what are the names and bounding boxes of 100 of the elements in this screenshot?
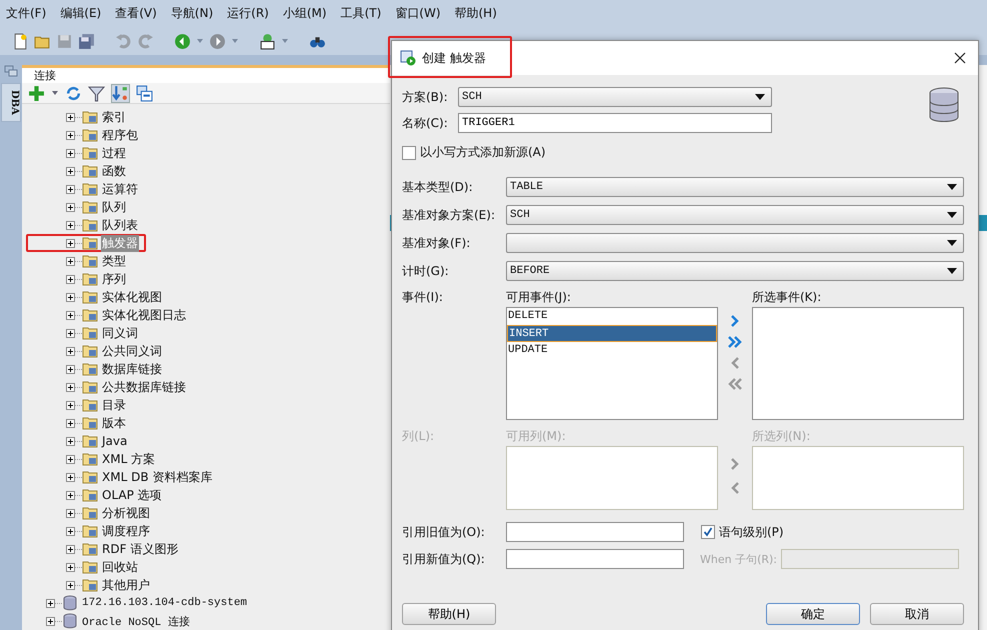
tree-item[interactable]: 同义词 (101, 324, 139, 342)
expand-icon[interactable] (66, 544, 75, 554)
expand-icon[interactable] (66, 220, 75, 230)
tree-item[interactable]: 数据库链接 (101, 360, 163, 378)
folder-icon (82, 577, 98, 593)
windows-icon[interactable] (4, 65, 18, 77)
tree-item[interactable]: 类型 (101, 252, 127, 270)
collapse-icon[interactable] (136, 84, 153, 102)
expand-icon[interactable] (66, 382, 75, 392)
tree-item[interactable]: 调度程序 (101, 522, 151, 540)
tree-item[interactable]: 序列 (101, 270, 127, 288)
expand-icon[interactable] (66, 418, 75, 428)
menu-item[interactable]: 查看(V) (115, 5, 157, 22)
new-file-icon[interactable] (12, 32, 29, 50)
expand-icon[interactable] (66, 148, 75, 158)
side-tab[interactable]: DBA (1, 83, 21, 122)
caret-icon[interactable] (51, 89, 59, 98)
expand-icon[interactable] (66, 310, 75, 320)
tree-item[interactable]: RDF 语义图形 (101, 540, 180, 558)
checkbox[interactable] (402, 146, 416, 160)
old-value-field[interactable] (506, 522, 684, 542)
tree-item[interactable]: 函数 (101, 162, 127, 180)
connection-item[interactable]: 172.16.103.104-cdb-system (81, 597, 248, 609)
save-all-icon[interactable] (78, 32, 95, 50)
expand-icon[interactable] (66, 184, 75, 194)
sort-icon[interactable] (111, 84, 130, 103)
expand-icon[interactable] (66, 130, 75, 140)
expand-icon[interactable] (66, 274, 75, 284)
back-icon[interactable] (174, 32, 191, 50)
tree-item[interactable]: XML DB 资料档案库 (101, 468, 214, 486)
when-clause-field[interactable] (781, 549, 960, 569)
expand-icon[interactable] (66, 436, 75, 446)
expand-icon[interactable] (66, 328, 75, 338)
list-item[interactable]: INSERT (507, 325, 717, 342)
expand-icon[interactable] (46, 616, 55, 626)
menu-item[interactable]: 导航(N) (170, 5, 214, 22)
menu-item[interactable]: 工具(T) (340, 5, 382, 22)
tree-item[interactable]: 分析视图 (101, 504, 151, 522)
new-value-field[interactable] (506, 549, 684, 569)
close-icon[interactable] (954, 52, 966, 64)
menu-item[interactable]: 小组(M) (282, 5, 327, 22)
list-item[interactable]: DELETE (507, 308, 717, 325)
forward-icon[interactable] (209, 32, 226, 50)
schema-dropdown[interactable]: SCH (458, 87, 772, 107)
expand-icon[interactable] (66, 562, 75, 572)
tree-item[interactable]: 运算符 (101, 180, 139, 198)
tree-item[interactable]: 公共数据库链接 (101, 378, 187, 396)
tree-item[interactable]: 目录 (101, 396, 127, 414)
expand-icon[interactable] (66, 292, 75, 302)
tree-item[interactable]: 实体化视图日志 (101, 306, 187, 324)
panel-tab[interactable]: 连接 (22, 68, 68, 84)
move-all-right-icon[interactable] (727, 336, 743, 348)
expand-icon[interactable] (66, 256, 75, 266)
expand-icon[interactable] (66, 112, 75, 122)
expand-icon[interactable] (66, 526, 75, 536)
expand-icon[interactable] (66, 454, 75, 464)
expand-icon[interactable] (66, 580, 75, 590)
expand-icon[interactable] (66, 490, 75, 500)
menu-item[interactable]: 帮助(H) (454, 5, 497, 22)
tree-item[interactable]: 队列 (101, 198, 127, 216)
tree-item[interactable]: 回收站 (101, 558, 139, 576)
expand-icon[interactable] (66, 238, 75, 248)
tree-item[interactable]: 索引 (101, 108, 127, 126)
tree-item[interactable]: 实体化视图 (101, 288, 163, 306)
dropdown[interactable]: BEFORE (506, 261, 964, 281)
menu-item[interactable]: 运行(R) (227, 5, 269, 22)
expand-icon[interactable] (66, 364, 75, 374)
dropdown[interactable] (506, 233, 964, 253)
tree-item[interactable]: 程序包 (101, 126, 139, 144)
expand-icon[interactable] (66, 346, 75, 356)
checkbox[interactable] (701, 525, 715, 539)
folder-icon (82, 253, 98, 269)
tree-item[interactable]: 公共同义词 (101, 342, 163, 360)
dropdown[interactable]: SCH (506, 205, 964, 225)
tree-item[interactable]: 版本 (101, 414, 127, 432)
expand-icon[interactable] (46, 598, 55, 608)
ok-button[interactable]: 确定 (766, 603, 860, 625)
add-icon[interactable] (28, 84, 45, 102)
expand-icon[interactable] (66, 400, 75, 410)
refresh-icon[interactable] (65, 84, 82, 102)
dropdown[interactable]: TABLE (506, 177, 964, 197)
filter-icon[interactable] (88, 84, 105, 102)
expand-icon[interactable] (66, 508, 75, 518)
list-item[interactable]: UPDATE (507, 342, 717, 359)
expand-icon[interactable] (66, 166, 75, 176)
menu-item[interactable]: 编辑(E) (60, 5, 102, 22)
tree-item[interactable]: Java (101, 434, 128, 448)
help-button[interactable]: 帮助(H) (402, 603, 496, 625)
connection-item[interactable]: Oracle NoSQL 连接 (81, 614, 191, 628)
menu-item[interactable]: 窗口(W) (395, 5, 440, 22)
tree-item[interactable]: XML 方案 (101, 450, 156, 468)
tree-item[interactable]: OLAP 选项 (101, 486, 163, 504)
expand-icon[interactable] (66, 202, 75, 212)
tree-item[interactable]: 其他用户 (101, 576, 151, 594)
name-field[interactable]: TRIGGER1 (458, 113, 772, 133)
menu-item[interactable]: 文件(F) (6, 5, 46, 22)
tree-item[interactable]: 过程 (101, 144, 127, 162)
cancel-button[interactable]: 取消 (870, 603, 964, 625)
tree-item[interactable]: 队列表 (101, 216, 139, 234)
expand-icon[interactable] (66, 472, 75, 482)
